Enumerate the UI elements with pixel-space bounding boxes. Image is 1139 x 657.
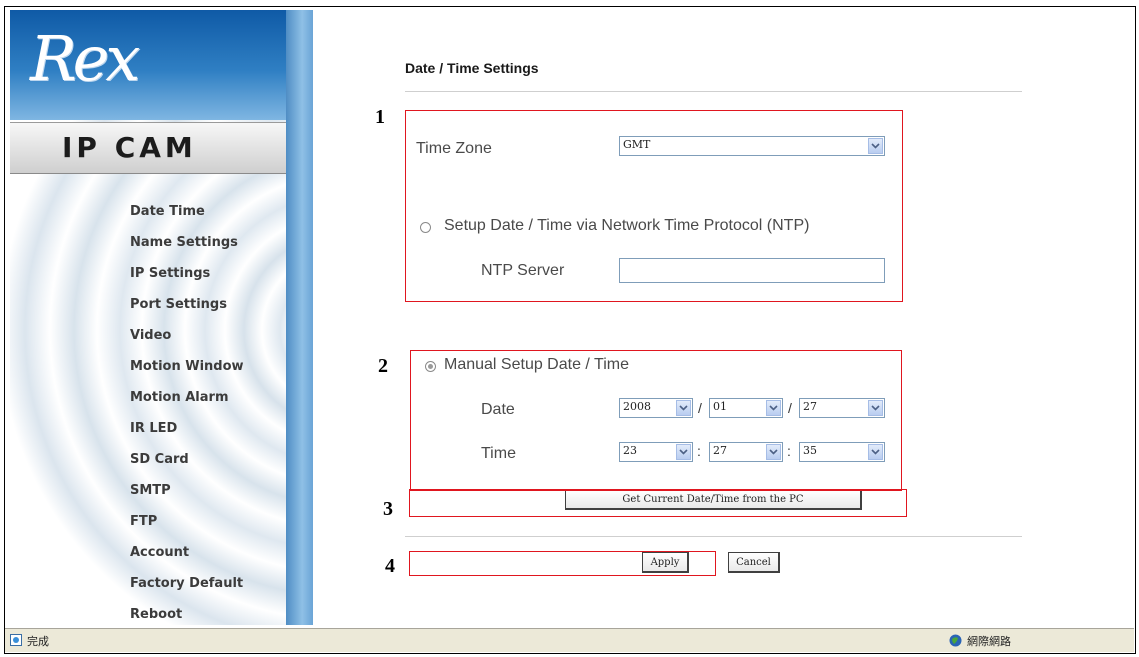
annotation-box-2	[410, 350, 902, 491]
title-divider	[405, 91, 1022, 92]
annotation-box-4	[409, 551, 716, 576]
sidebar-accent-bar	[286, 10, 313, 625]
sidebar-item-factory-default[interactable]: Factory Default	[130, 568, 244, 599]
sidebar-item-ftp[interactable]: FTP	[130, 506, 244, 537]
sidebar-item-ir-led[interactable]: IR LED	[130, 413, 244, 444]
sidebar-item-ip-settings[interactable]: IP Settings	[130, 258, 244, 289]
page-icon	[9, 633, 23, 647]
sidebar-item-port-settings[interactable]: Port Settings	[130, 289, 244, 320]
annotation-number-2: 2	[378, 355, 388, 377]
annotation-number-4: 4	[385, 555, 395, 577]
security-zone-text: 網際網路	[967, 635, 1011, 648]
sidebar-item-motion-alarm[interactable]: Motion Alarm	[130, 382, 244, 413]
sidebar-menu: Date Time Name Settings IP Settings Port…	[130, 196, 244, 625]
annotation-number-3: 3	[383, 498, 393, 520]
annotation-number-1: 1	[375, 106, 385, 128]
buttons-divider	[405, 536, 1022, 537]
product-name: IP CAM	[62, 131, 197, 164]
sidebar-item-video[interactable]: Video	[130, 320, 244, 351]
annotation-box-3	[409, 489, 907, 517]
sidebar-item-sd-card[interactable]: SD Card	[130, 444, 244, 475]
status-bar: 完成 網際網路	[5, 628, 1134, 652]
product-banner: IP CAM	[10, 122, 286, 174]
sidebar: Rex IP CAM Date Time Name Settings IP Se…	[10, 10, 313, 625]
brand-logo: Rex	[10, 10, 286, 120]
sidebar-item-motion-window[interactable]: Motion Window	[130, 351, 244, 382]
status-text: 完成	[27, 635, 49, 648]
sidebar-item-account[interactable]: Account	[130, 537, 244, 568]
globe-icon	[949, 634, 962, 647]
page-title: Date / Time Settings	[405, 60, 539, 76]
cancel-button[interactable]: Cancel	[728, 552, 780, 573]
main-panel: Date / Time Settings Time Zone GMT Setup…	[313, 10, 1133, 625]
sidebar-item-date-time[interactable]: Date Time	[130, 196, 244, 227]
sidebar-item-reboot[interactable]: Reboot	[130, 599, 244, 625]
annotation-box-1	[405, 110, 903, 302]
logo-text: Rex	[30, 22, 140, 95]
sidebar-item-name-settings[interactable]: Name Settings	[130, 227, 244, 258]
sidebar-item-smtp[interactable]: SMTP	[130, 475, 244, 506]
